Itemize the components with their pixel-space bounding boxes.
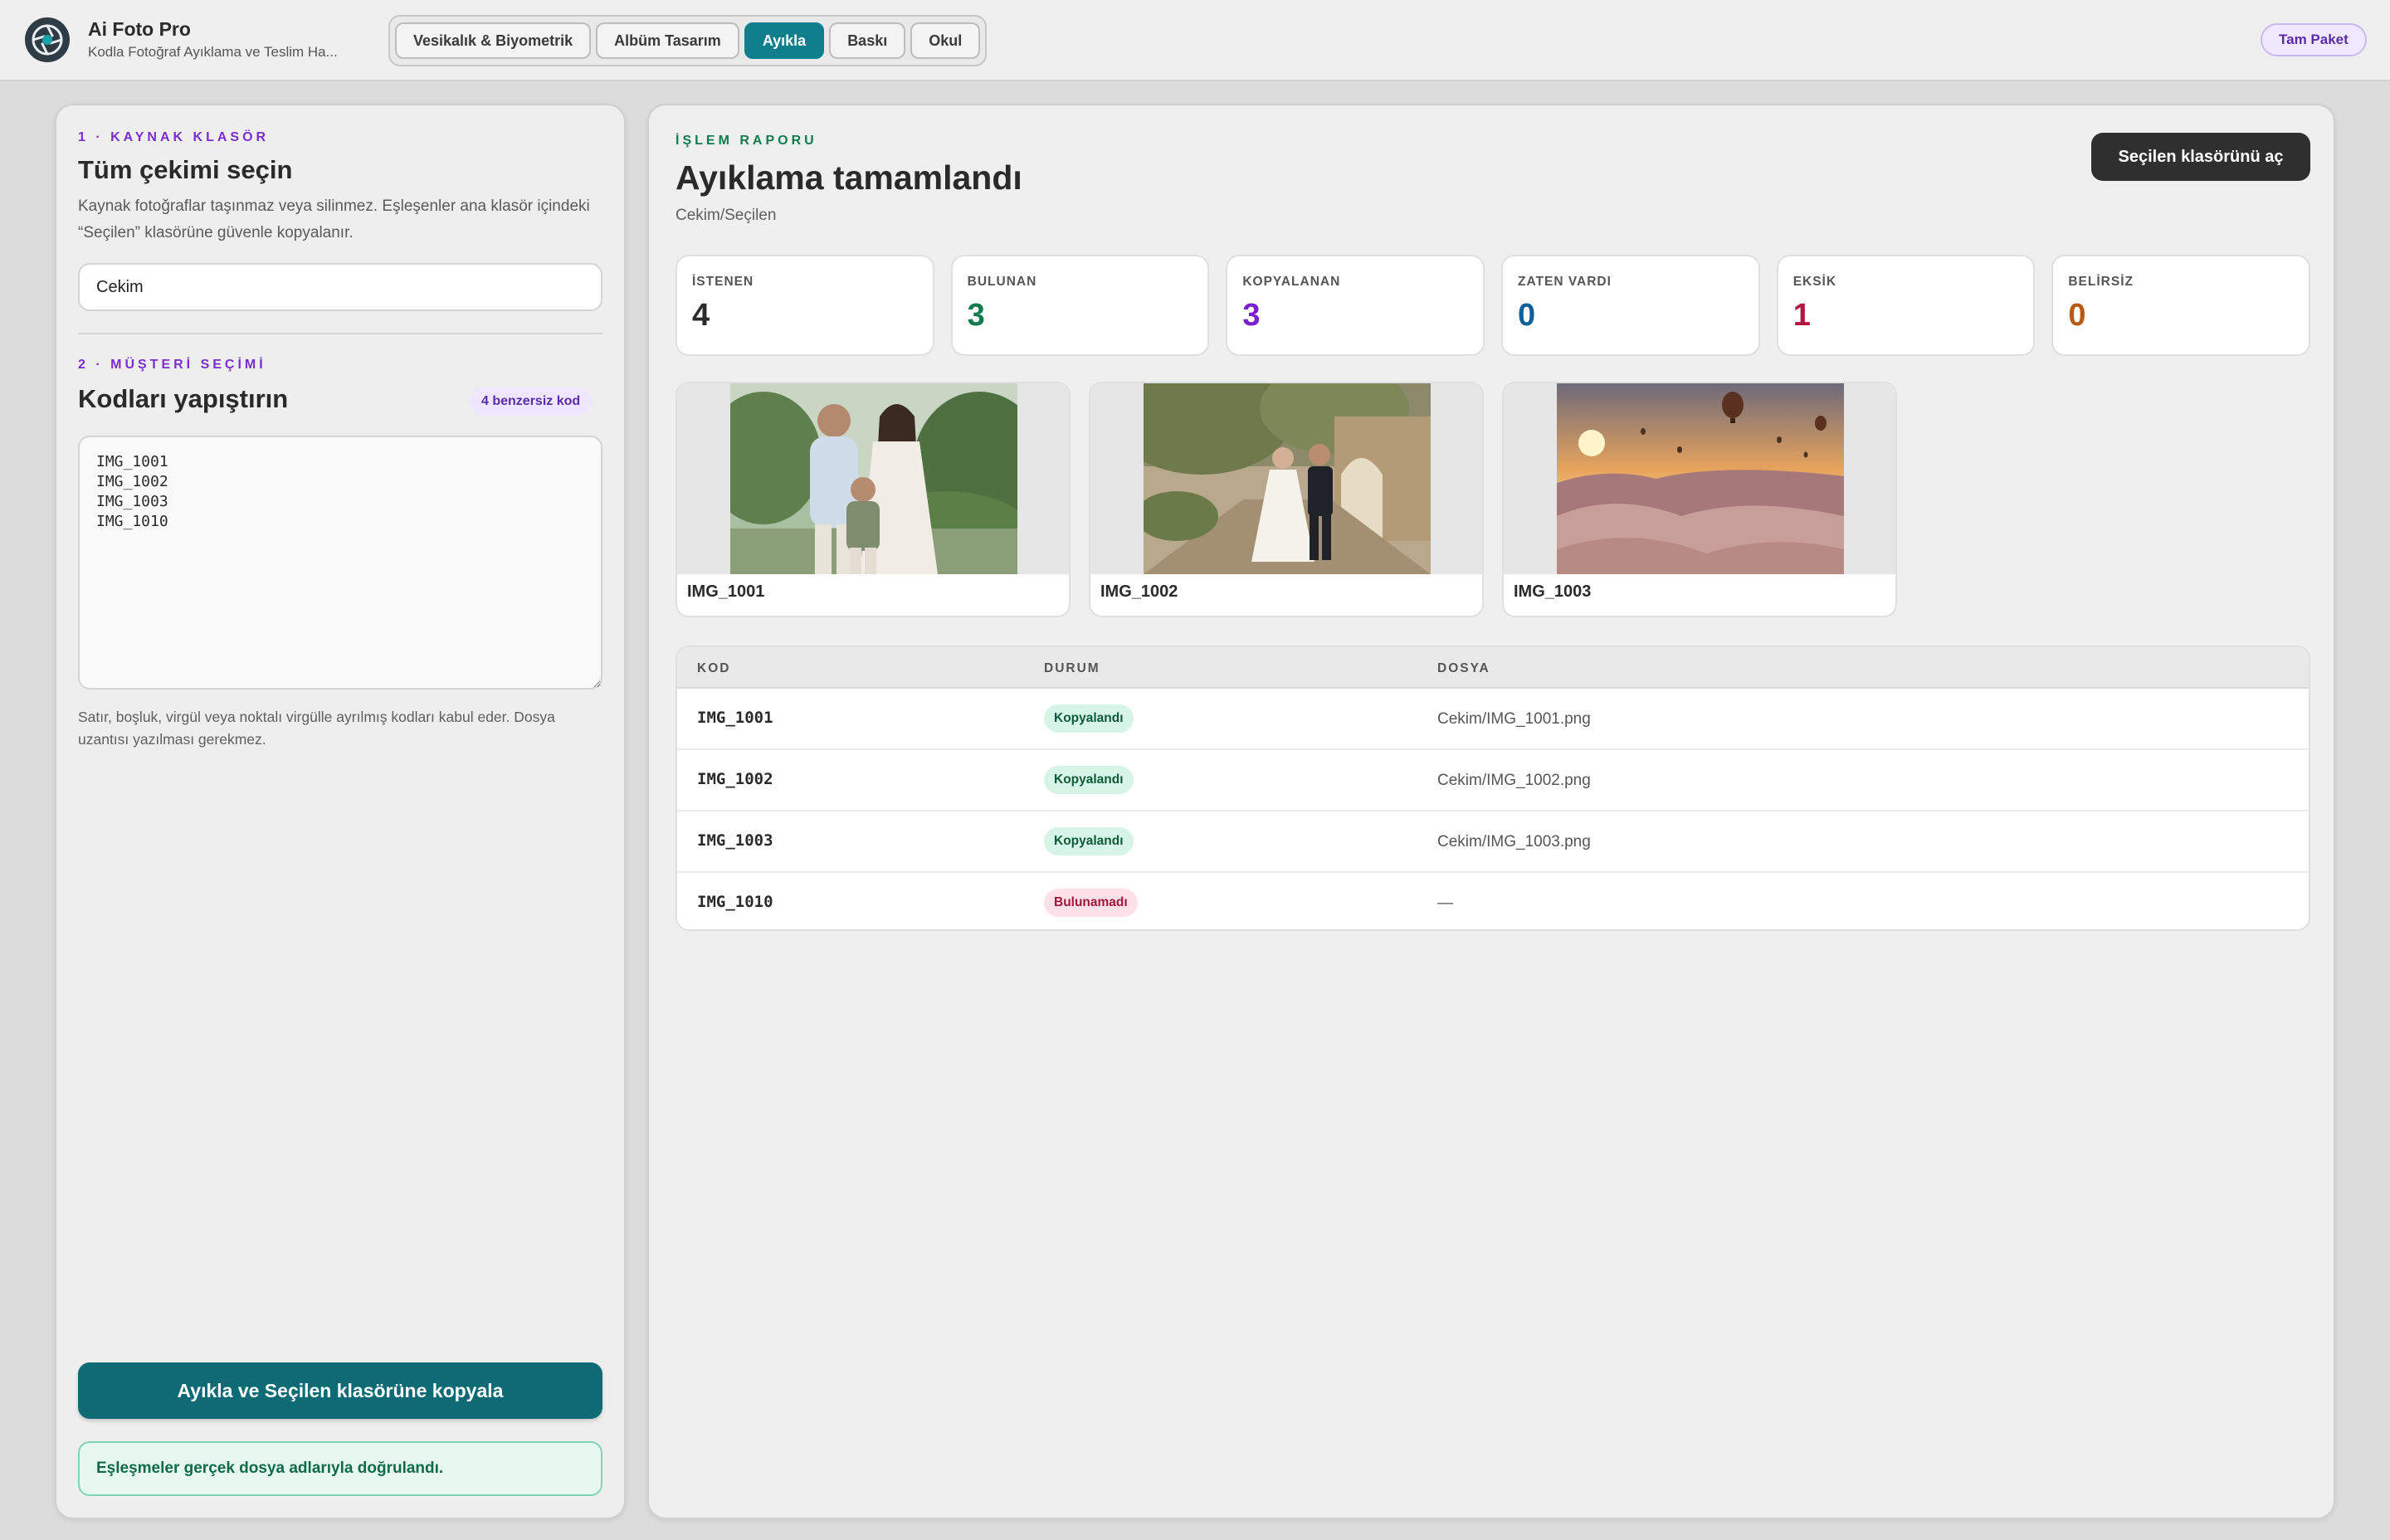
status-badge: Kopyalandı [1044,704,1134,733]
row-file: — [1437,894,1453,912]
photo-caption: IMG_1001 [687,582,765,601]
unique-code-count-badge: 4 benzersiz kod [470,387,593,416]
family-photo-image [730,383,1017,574]
row-file: Cekim/IMG_1003.png [1437,833,1591,850]
row-code: IMG_1001 [697,709,773,727]
stat-ambiguous: BELİRSİZ 0 [2051,255,2311,356]
photo-thumbnails: IMG_1001 IMG_1002 IMG_1003 [676,382,1897,617]
photo-card[interactable]: IMG_1002 [1089,382,1484,617]
stat-label: BELİRSİZ [2068,275,2134,289]
codes-textarea[interactable] [78,436,602,690]
photo-thumbnail [1504,383,1895,574]
photo-thumbnail [1090,383,1482,574]
source-help: Kaynak fotoğraflar taşınmaz veya silinme… [78,197,590,241]
open-selected-folder-button[interactable]: Seçilen klasörünü aç [2091,133,2310,181]
stat-value: 1 [1792,298,1811,333]
selection-panel: 1 · KAYNAK KLASÖR Tüm çekimi seçin Kayna… [55,104,626,1519]
report-label: İŞLEM RAPORU [676,134,817,148]
tab-baski[interactable]: Baskı [829,22,906,59]
table-row: IMG_1002 Kopyalandı Cekim/IMG_1002.png [677,750,2309,811]
tab-vesikalik[interactable]: Vesikalık & Biyometrik [395,22,592,59]
report-title: Ayıklama tamamlandı [676,158,1022,197]
stat-requested: İSTENEN 4 [676,255,934,356]
section-divider [78,333,602,334]
photo-card[interactable]: IMG_1001 [676,382,1071,617]
report-path: Cekim/Seçilen [676,207,777,224]
top-bar: Ai Foto Pro Kodla Fotoğraf Ayıklama ve T… [0,0,2390,81]
tab-ayikla[interactable]: Ayıkla [744,22,825,59]
stat-label: İSTENEN [692,275,754,289]
status-badge: Bulunamadı [1044,889,1138,917]
stat-label: BULUNAN [967,275,1037,289]
stat-copied: KOPYALANAN 3 [1226,255,1485,356]
photo-caption: IMG_1003 [1514,582,1592,601]
row-file: Cekim/IMG_1001.png [1437,710,1591,728]
plan-badge[interactable]: Tam Paket [2261,23,2367,56]
stat-label: EKSİK [1792,275,1837,289]
table-row: IMG_1003 Kopyalandı Cekim/IMG_1003.png [677,811,2309,873]
aperture-icon [27,19,68,61]
photo-caption: IMG_1002 [1100,582,1178,601]
tab-album-tasarim[interactable]: Albüm Tasarım [596,22,739,59]
selection-step-label: 2 · MÜŞTERİ SEÇİMİ [78,358,266,372]
row-code: IMG_1002 [697,770,773,788]
row-code: IMG_1010 [697,893,773,911]
column-header-status: DURUM [1044,661,1100,675]
source-folder-input[interactable] [78,263,602,311]
results-table: KOD DURUM DOSYA IMG_1001 Kopyalandı Ceki… [676,646,2310,931]
extract-copy-button[interactable]: Ayıkla ve Seçilen klasörüne kopyala [78,1362,602,1419]
stat-value: 3 [1242,298,1261,333]
app-logo [25,17,70,62]
stat-label: ZATEN VARDI [1518,275,1612,289]
stat-found: BULUNAN 3 [950,255,1210,356]
verification-note: Eşleşmeler gerçek dosya adlarıyla doğrul… [78,1441,602,1496]
balloon-valley-photo-image [1557,383,1844,574]
source-step-label: 1 · KAYNAK KLASÖR [78,130,270,144]
status-badge: Kopyalandı [1044,827,1134,855]
app-subtitle: Kodla Fotoğraf Ayıklama ve Teslim Ha... [88,44,338,60]
stat-missing: EKSİK 1 [1776,255,2036,356]
selection-title: Kodları yapıştırın [78,384,289,413]
status-badge: Kopyalandı [1044,766,1134,794]
report-panel: İŞLEM RAPORU Ayıklama tamamlandı Cekim/S… [647,104,2335,1519]
stat-value: 0 [1518,298,1536,333]
stat-value: 3 [967,298,985,333]
column-header-code: KOD [697,661,731,675]
row-code: IMG_1003 [697,831,773,850]
stats-row: İSTENEN 4 BULUNAN 3 KOPYALANAN 3 ZATEN V… [676,255,2311,356]
codes-help: Satır, boşluk, virgül veya noktalı virgü… [78,709,555,748]
photo-card[interactable]: IMG_1003 [1502,382,1897,617]
stat-label: KOPYALANAN [1242,275,1341,289]
stat-value: 0 [2068,298,2086,333]
app-title: Ai Foto Pro [88,18,191,40]
stat-value: 4 [692,298,710,333]
photo-thumbnail [677,383,1069,574]
module-tabs: Vesikalık & Biyometrik Albüm Tasarım Ayı… [388,15,988,66]
table-row: IMG_1010 Bulunamadı — [677,873,2309,929]
tab-okul[interactable]: Okul [910,22,981,59]
row-file: Cekim/IMG_1002.png [1437,772,1591,789]
table-row: IMG_1001 Kopyalandı Cekim/IMG_1001.png [677,689,2309,750]
table-header: KOD DURUM DOSYA [677,647,2309,689]
column-header-file: DOSYA [1437,661,1490,675]
stat-already-existed: ZATEN VARDI 0 [1501,255,1760,356]
wedding-photo-image [1144,383,1431,574]
source-title: Tüm çekimi seçin [78,155,293,184]
